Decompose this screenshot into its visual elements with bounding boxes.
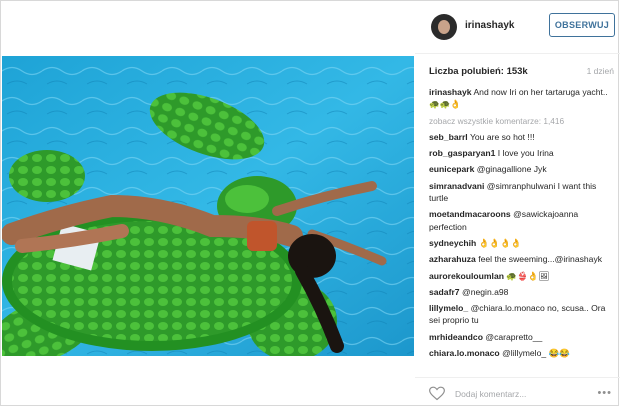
comment-row: azharahuza feel the sweeming...@irinasha… <box>429 253 615 265</box>
post-photo-image <box>2 56 414 356</box>
comment-text: 👌👌👌👌 <box>478 237 522 248</box>
more-options-icon[interactable]: ••• <box>597 387 612 399</box>
post-sidebar: irinashayk OBSERWUJ Liczba polubień: 153… <box>415 1 620 407</box>
comment-text: 🐢👙👌🖼 <box>506 270 550 281</box>
comment-row: aurorekouloumlan 🐢👙👌🖼 <box>429 270 615 282</box>
comment-username[interactable]: sydneychih <box>429 238 476 248</box>
comment-row: seb_barrl You are so hot !!! <box>429 131 615 143</box>
add-comment-input[interactable]: Dodaj komentarz... <box>455 389 526 399</box>
comment-text: I love you Irina <box>497 148 554 159</box>
comment-username[interactable]: simranadvani <box>429 181 484 191</box>
comment-row: sydneychih 👌👌👌👌 <box>429 237 615 249</box>
comment-username[interactable]: moetandmacaroons <box>429 209 511 219</box>
comment-text: @carapretto__ <box>485 331 543 342</box>
comment-row: eunicepark @ginagallione Jyk <box>429 163 615 175</box>
load-more-comments[interactable]: zobacz wszystkie komentarze: 1,416 <box>429 115 615 127</box>
post-window: irinashayk OBSERWUJ Liczba polubień: 153… <box>0 0 620 407</box>
username-link[interactable]: irinashayk <box>465 20 514 31</box>
comment-text: feel the sweeming...@irinashayk <box>478 254 603 265</box>
comment-row: chiara.lo.monaco @lillymelo_ 😂😂 <box>429 347 615 359</box>
comment-list: irinashayk And now Iri on her tartaruga … <box>429 86 615 363</box>
comment-username[interactable]: aurorekouloumlan <box>429 271 504 281</box>
caption: irinashayk And now Iri on her tartaruga … <box>429 86 615 111</box>
comment-username[interactable]: mrhideandco <box>429 332 483 342</box>
comment-row: moetandmacaroons @sawickajoanna perfecti… <box>429 208 615 233</box>
comment-username[interactable]: sadafr7 <box>429 287 460 297</box>
comment-username[interactable]: eunicepark <box>429 164 474 174</box>
comment-row: sadafr7 @negin.a98 <box>429 286 615 298</box>
post-photo[interactable] <box>2 56 414 356</box>
comment-username[interactable]: seb_barrl <box>429 132 468 142</box>
comment-text: You are so hot !!! <box>469 131 535 142</box>
post-header: irinashayk OBSERWUJ <box>415 1 620 54</box>
comment-row: simranadvani @simranphulwani I want this… <box>429 180 615 205</box>
comment-row: lillymelo_ @chiara.lo.monaco no, scusa..… <box>429 302 615 327</box>
comment-row: mrhideandco @carapretto__ <box>429 331 615 343</box>
comment-username[interactable]: rob_gasparyan1 <box>429 148 495 158</box>
likes-count[interactable]: Liczba polubień: 153k <box>429 66 528 77</box>
follow-button[interactable]: OBSERWUJ <box>549 13 615 37</box>
avatar[interactable] <box>431 14 457 40</box>
post-footer: Dodaj komentarz... ••• <box>415 377 620 408</box>
comment-text: @ginagallione Jyk <box>476 164 547 175</box>
comment-username[interactable]: lillymelo_ <box>429 303 468 313</box>
comment-text: @negin.a98 <box>461 286 509 297</box>
comment-row: rob_gasparyan1 I love you Irina <box>429 147 615 159</box>
post-time[interactable]: 1 dzień <box>587 66 614 76</box>
comment-text: @lillymelo_ 😂😂 <box>502 348 570 359</box>
comment-username[interactable]: irinashayk <box>429 87 472 97</box>
comment-username[interactable]: chiara.lo.monaco <box>429 348 500 358</box>
like-heart-icon[interactable] <box>429 386 445 401</box>
comment-username[interactable]: azharahuza <box>429 254 476 264</box>
